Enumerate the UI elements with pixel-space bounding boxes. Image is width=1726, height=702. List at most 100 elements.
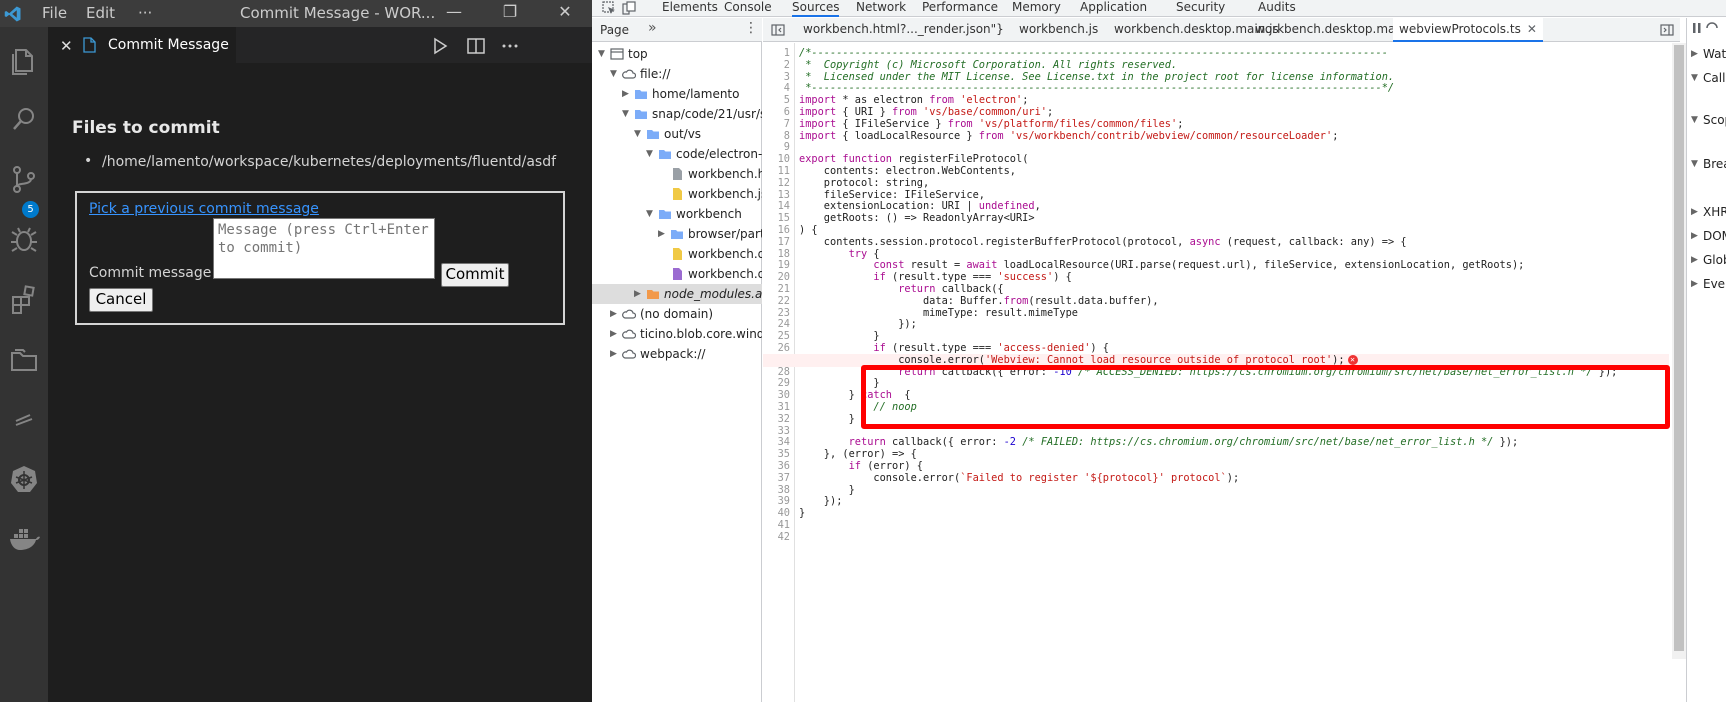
collapsed-arrow-icon[interactable]: ▶ <box>610 344 617 364</box>
previous-commit-link[interactable]: Pick a previous commit message <box>89 201 319 217</box>
source-tab[interactable]: workbench.html?..._render.json"} <box>797 18 1010 42</box>
devtools-tab-performance[interactable]: Performance <box>922 0 998 17</box>
tab-close-icon[interactable]: ✕ <box>60 37 73 55</box>
tab-commit-message[interactable]: ✕ Commit Message <box>48 27 236 63</box>
debugger-section-label: XHR/fetch Breakpoints <box>1703 205 1726 219</box>
search-icon[interactable] <box>6 101 42 137</box>
expanded-arrow-icon[interactable]: ▼ <box>1691 68 1698 88</box>
tree-item[interactable]: workbench.js <box>592 184 762 204</box>
devtools-tab-console[interactable]: Console <box>724 0 772 17</box>
tree-item[interactable]: ▶ ticino.blob.core.windows.net <box>592 324 762 344</box>
debugger-section[interactable]: ▶ Global Listeners <box>1687 250 1726 270</box>
more-actions-icon[interactable] <box>500 37 520 55</box>
expanded-arrow-icon[interactable]: ▼ <box>598 44 605 64</box>
devtools-tab-security[interactable]: Security <box>1176 0 1225 17</box>
expanded-arrow-icon[interactable]: ▶ <box>1691 274 1698 294</box>
devtools-tab-application[interactable]: Application <box>1080 0 1147 17</box>
debugger-section[interactable]: ▼ Call Stack <box>1687 68 1726 88</box>
collapsed-arrow-icon[interactable]: ▶ <box>610 324 617 344</box>
split-editor-icon[interactable] <box>466 37 486 55</box>
source-tab[interactable]: webviewProtocols.ts ✕ <box>1393 18 1543 42</box>
debugger-section[interactable]: ▶ DOM Breakpoints <box>1687 226 1726 246</box>
maximize-button[interactable]: ❐ <box>498 2 522 24</box>
kubernetes-icon[interactable] <box>6 461 42 497</box>
tree-item[interactable]: ▼ top <box>592 44 762 64</box>
expanded-arrow-icon[interactable]: ▼ <box>634 124 641 144</box>
tree-item[interactable]: ▶ webpack:// <box>592 344 762 364</box>
folder-icon[interactable] <box>6 341 42 377</box>
toggle-navigator-icon[interactable] <box>771 23 785 37</box>
menu-more[interactable]: ··· <box>138 4 152 22</box>
devtools-tab-network[interactable]: Network <box>856 0 906 17</box>
devtools-tab-audits[interactable]: Audits <box>1258 0 1296 17</box>
expanded-arrow-icon[interactable]: ▶ <box>1691 226 1698 246</box>
tree-item[interactable]: ▼ out/vs <box>592 124 762 144</box>
debugger-section[interactable]: ▼ Scope <box>1687 110 1726 130</box>
collapsed-arrow-icon[interactable]: ▶ <box>658 224 665 244</box>
expanded-arrow-icon[interactable]: ▼ <box>610 64 617 84</box>
scrollbar-thumb[interactable] <box>1674 45 1684 651</box>
tab-page[interactable]: Page <box>600 23 629 37</box>
extensions-icon[interactable] <box>6 281 42 317</box>
commit-button[interactable]: Commit <box>441 263 509 287</box>
cancel-button[interactable]: Cancel <box>89 288 153 312</box>
source-control-icon[interactable] <box>6 161 42 197</box>
devtools-tab-sources[interactable]: Sources <box>792 0 840 17</box>
debugger-section[interactable]: ▼ Breakpoints <box>1687 154 1726 174</box>
scm-badge: 5 <box>22 201 39 218</box>
expanded-arrow-icon[interactable]: ▼ <box>622 104 629 124</box>
more-tabs-icon[interactable]: » <box>648 20 657 36</box>
debugger-section[interactable]: ▶ Watch <box>1687 44 1726 64</box>
expanded-arrow-icon[interactable]: ▶ <box>1691 202 1698 222</box>
expanded-arrow-icon[interactable]: ▼ <box>1691 110 1698 130</box>
debugger-section-label: Call Stack <box>1703 71 1726 85</box>
tree-item[interactable]: ▼ workbench <box>592 204 762 224</box>
file-list-item: /home/lamento/workspace/kubernetes/deplo… <box>84 153 556 170</box>
expanded-arrow-icon[interactable]: ▶ <box>1691 250 1698 270</box>
devtools-tab-elements[interactable]: Elements <box>662 0 718 17</box>
explorer-icon[interactable] <box>6 41 42 77</box>
debug-icon[interactable] <box>6 221 42 257</box>
expanded-arrow-icon[interactable]: ▼ <box>646 204 653 224</box>
code-scrollbar[interactable] <box>1672 43 1686 659</box>
expanded-arrow-icon[interactable]: ▼ <box>646 144 653 164</box>
error-icon[interactable]: ✕ <box>1347 354 1358 365</box>
tree-item[interactable]: ▼ file:// <box>592 64 762 84</box>
devtools-tab-memory[interactable]: Memory <box>1012 0 1061 17</box>
collapsed-arrow-icon[interactable]: ▶ <box>610 304 617 324</box>
tree-item[interactable]: ▶ browser/parts <box>592 224 762 244</box>
commit-message-textarea[interactable] <box>213 218 435 279</box>
line-number[interactable]: 42 <box>778 531 790 544</box>
tree-item[interactable]: ▶ home/lamento <box>592 84 762 104</box>
source-tab[interactable]: workbench.js <box>1013 18 1104 42</box>
collapsed-arrow-icon[interactable]: ▶ <box>622 84 629 104</box>
debugger-section[interactable]: ▶ Event Listener Breakpoints <box>1687 274 1726 294</box>
collapsed-arrow-icon[interactable]: ▶ <box>634 284 641 304</box>
device-toggle-icon[interactable] <box>622 1 636 15</box>
folder-icon <box>670 224 684 244</box>
line-gutter: 1 2 3 4 5 6 7 8 9 10 11 12 13 14 15 16 17 18 19 20 21 22 23 24 2… <box>763 43 795 702</box>
collapsed-arrow-icon[interactable]: ▶ <box>1691 44 1698 64</box>
expanded-arrow-icon[interactable]: ▼ <box>1691 154 1698 174</box>
tree-item[interactable]: ▼ snap/code/21/usr/share/code/resources/a… <box>592 104 762 124</box>
menu-edit[interactable]: Edit <box>86 4 115 22</box>
docker-icon[interactable] <box>6 521 42 557</box>
tree-item[interactable]: workbench.html <box>592 164 762 184</box>
close-tab-icon[interactable]: ✕ <box>1527 22 1537 36</box>
close-window-button[interactable]: ✕ <box>553 2 577 24</box>
inspect-element-icon[interactable] <box>602 1 616 15</box>
folder-icon <box>634 104 648 124</box>
tree-item[interactable]: workbench.desktop.main.js <box>592 244 762 264</box>
tree-item[interactable]: ▶ node_modules.asar <box>592 284 762 304</box>
minimize-button[interactable]: — <box>442 2 466 24</box>
navigator-menu-icon[interactable]: ⋮ <box>744 20 758 36</box>
tree-item[interactable]: workbench.desktop.main.css <box>592 264 762 284</box>
debugger-section[interactable]: ▶ XHR/fetch Breakpoints <box>1687 202 1726 222</box>
tree-item[interactable]: ▼ code/electron-browser <box>592 144 762 164</box>
run-icon[interactable] <box>430 37 450 55</box>
toggle-debugger-icon[interactable] <box>1660 23 1674 37</box>
menu-file[interactable]: File <box>42 4 67 22</box>
liveshare-icon[interactable] <box>6 401 42 437</box>
pause-resume-icon[interactable] <box>1691 22 1721 34</box>
tree-item[interactable]: ▶ (no domain) <box>592 304 762 324</box>
